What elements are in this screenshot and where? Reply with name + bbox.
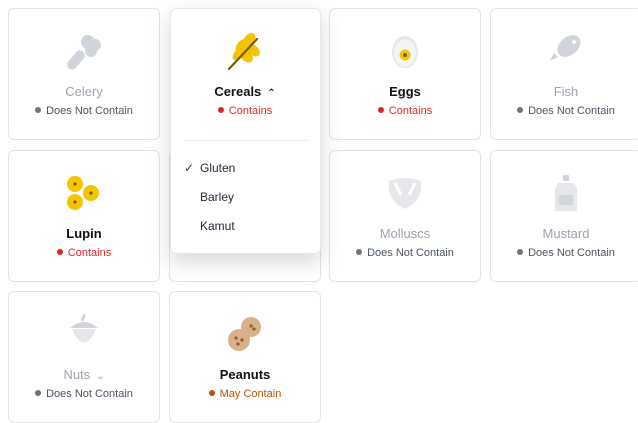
- allergen-card-cereals[interactable]: Cereals ⌃ Contains: [169, 8, 321, 140]
- allergen-name: Mustard: [542, 226, 590, 241]
- allergen-status: May Contain: [170, 388, 320, 400]
- allergen-status: Does Not Contain: [491, 105, 638, 117]
- chevron-up-icon[interactable]: ⌃: [267, 88, 275, 99]
- allergen-card-eggs[interactable]: Eggs Contains: [329, 8, 481, 140]
- allergen-status: Contains: [170, 105, 320, 117]
- allergen-name: Fish: [553, 84, 579, 99]
- check-icon: ✓: [184, 161, 195, 175]
- fish-icon: [544, 29, 588, 73]
- allergen-status: Contains: [330, 105, 480, 117]
- lupin-icon: [62, 171, 106, 215]
- allergen-name: Nuts ⌄: [63, 367, 105, 382]
- egg-icon: [383, 29, 427, 73]
- option-gluten[interactable]: ✓ Gluten: [184, 161, 235, 175]
- allergen-name: Eggs: [389, 84, 421, 99]
- allergen-status: Does Not Contain: [9, 105, 159, 117]
- divider: [184, 140, 307, 141]
- mustard-icon: [544, 171, 588, 215]
- allergen-card-mustard[interactable]: Mustard Does Not Contain: [490, 150, 638, 282]
- allergen-card-peanuts[interactable]: Peanuts May Contain: [169, 291, 321, 423]
- wheat-icon: [223, 29, 267, 73]
- allergen-name: Celery: [65, 84, 103, 99]
- allergen-card-fish[interactable]: Fish Does Not Contain: [490, 8, 638, 140]
- mollusc-icon: [383, 171, 427, 215]
- allergen-card-molluscs[interactable]: Molluscs Does Not Contain: [329, 150, 481, 282]
- allergen-card-lupin[interactable]: Lupin Contains: [8, 150, 160, 282]
- peanut-icon: [223, 312, 267, 356]
- allergen-name: Peanuts: [219, 367, 271, 382]
- chevron-down-icon[interactable]: ⌄: [96, 371, 104, 382]
- allergen-name: Lupin: [66, 226, 102, 241]
- allergen-name: Molluscs: [379, 226, 431, 241]
- allergen-card-celery[interactable]: Celery Does Not Contain: [8, 8, 160, 140]
- celery-icon: [62, 29, 106, 73]
- allergen-status: Does Not Contain: [9, 388, 159, 400]
- allergen-name: Cereals ⌃: [214, 84, 276, 99]
- allergen-card-nuts[interactable]: Nuts ⌄ Does Not Contain: [8, 291, 160, 423]
- option-barley[interactable]: Barley: [184, 190, 234, 204]
- allergen-status: Does Not Contain: [491, 247, 638, 259]
- option-kamut[interactable]: Kamut: [184, 219, 235, 233]
- nut-icon: [62, 312, 106, 356]
- allergen-status: Contains: [9, 247, 159, 259]
- allergen-status: Does Not Contain: [330, 247, 480, 259]
